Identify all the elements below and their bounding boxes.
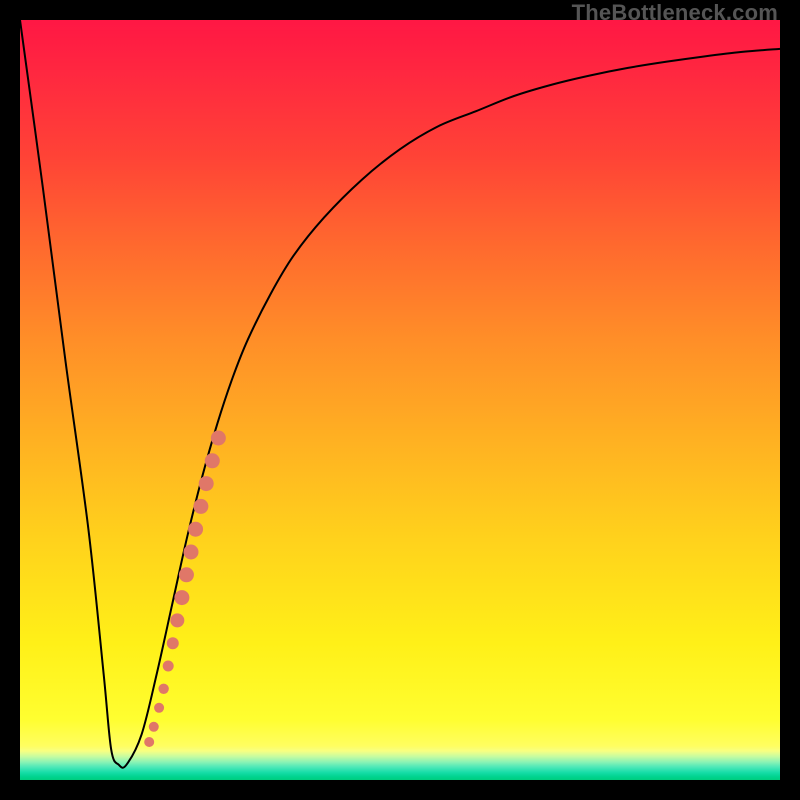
highlighted-point	[199, 476, 214, 491]
highlighted-point	[167, 637, 179, 649]
bottleneck-curve	[20, 20, 780, 768]
highlighted-point	[149, 722, 159, 732]
highlighted-point	[211, 431, 226, 446]
highlighted-point	[163, 661, 174, 672]
highlighted-point	[188, 522, 203, 537]
highlighted-point	[205, 453, 220, 468]
highlighted-point	[174, 590, 189, 605]
highlighted-point	[154, 703, 164, 713]
highlighted-point	[184, 545, 199, 560]
highlighted-point	[170, 613, 184, 627]
plot-area	[20, 20, 780, 780]
highlighted-point	[144, 737, 154, 747]
chart-svg	[20, 20, 780, 780]
watermark-text: TheBottleneck.com	[572, 0, 778, 26]
highlighted-point	[158, 684, 168, 694]
highlighted-point	[193, 499, 208, 514]
highlighted-point	[179, 567, 194, 582]
chart-frame: TheBottleneck.com	[0, 0, 800, 800]
highlighted-points-group	[144, 431, 226, 748]
